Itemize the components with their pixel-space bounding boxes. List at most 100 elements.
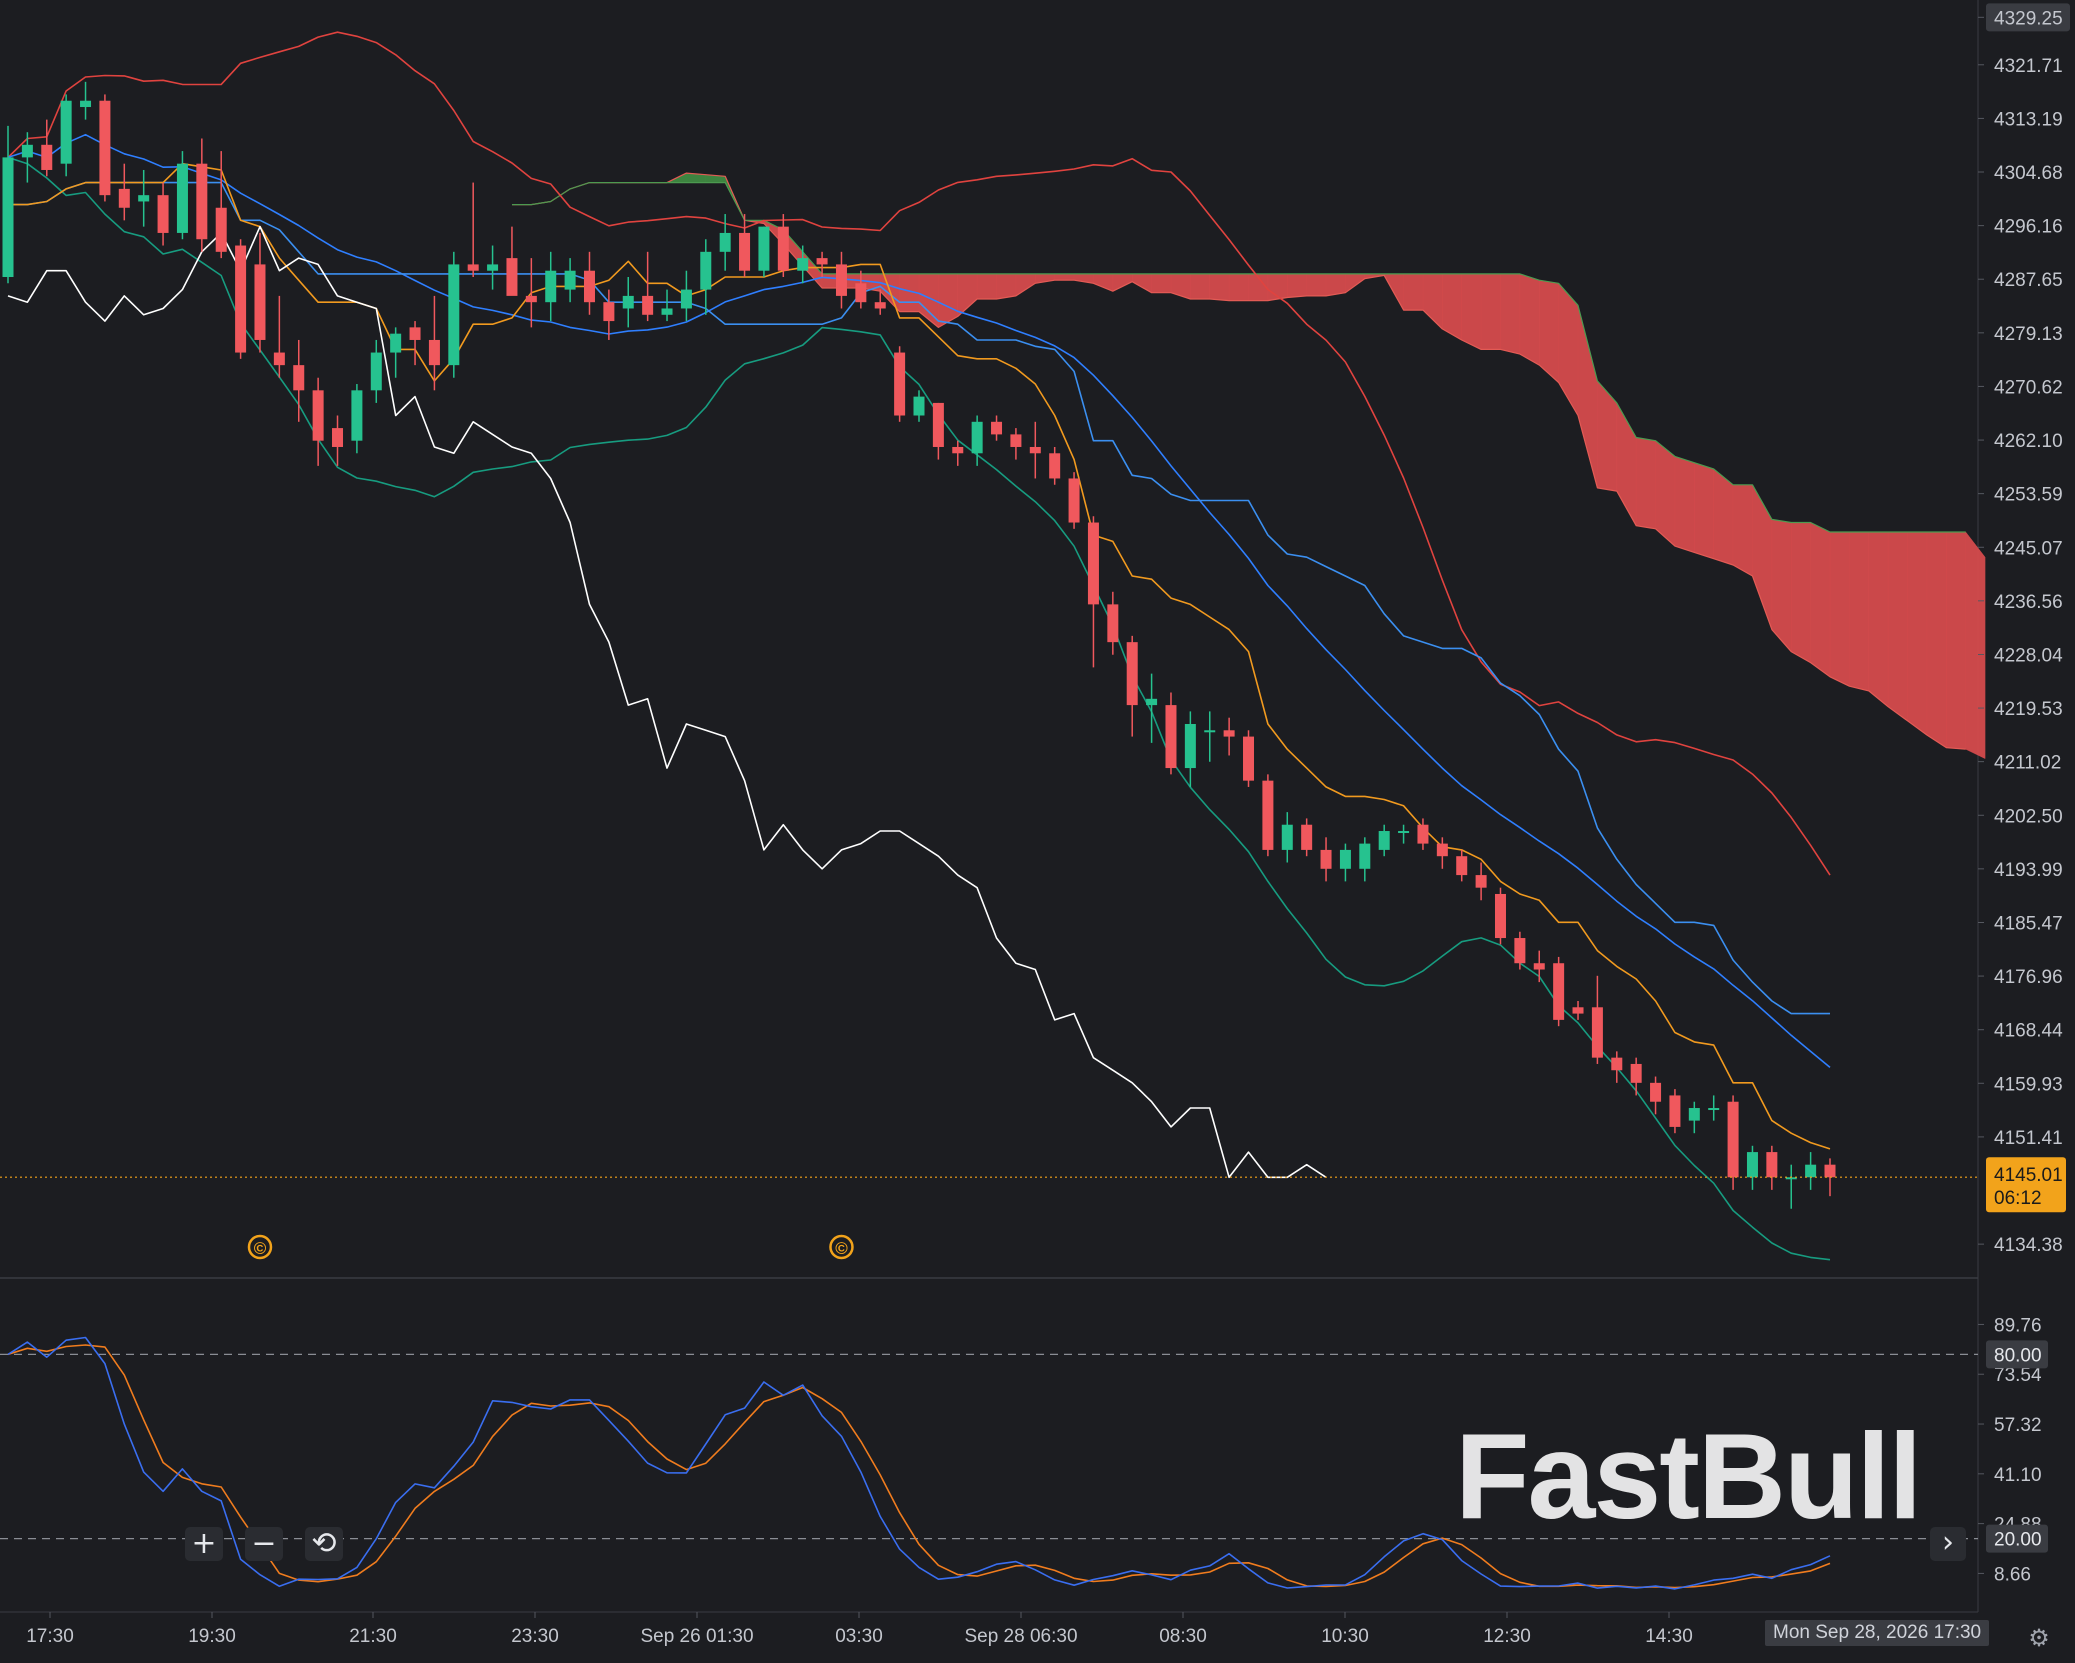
time-tick-label: 23:30 xyxy=(511,1626,559,1647)
candle-body xyxy=(1727,1101,1739,1178)
cloud-segment xyxy=(1403,273,1424,311)
candle-body xyxy=(1630,1063,1642,1083)
candle-body xyxy=(1339,849,1351,869)
cloud-segment xyxy=(1790,522,1811,664)
price-tick-label: 4159.93 xyxy=(1994,1074,2063,1095)
price-tick-label: 4245.07 xyxy=(1994,538,2063,559)
current-price-countdown: 06:12 xyxy=(1994,1188,2042,1209)
candle-body xyxy=(1669,1095,1681,1127)
candle-body xyxy=(1824,1164,1836,1178)
candle-body xyxy=(332,428,344,447)
cloud-segment xyxy=(996,273,1017,300)
price-tick-label: 4185.47 xyxy=(1994,913,2063,934)
price-tick-label: 4296.16 xyxy=(1994,217,2063,238)
candle-body xyxy=(157,195,169,233)
candle-body xyxy=(1204,730,1216,733)
chart-svg[interactable]: © © 4329.25 4321.71 4313.19 4304.68 4296.16 428… xyxy=(0,0,2075,1658)
candle-body xyxy=(1049,453,1061,479)
cursor-time-label: Mon Sep 28, 2026 17:30 xyxy=(1765,1620,1990,1646)
candle-body xyxy=(1398,831,1410,834)
candle-body xyxy=(642,295,654,315)
candle-body xyxy=(428,339,440,366)
time-tick-label: Sep 26 01:30 xyxy=(640,1626,753,1647)
candle-body xyxy=(80,100,92,108)
cloud-segment xyxy=(1306,273,1327,297)
settings-gear-icon[interactable]: ⚙ xyxy=(2025,1624,2053,1652)
candle-body xyxy=(816,258,828,265)
candle-body xyxy=(603,302,615,322)
stoch-level-label: 20.00 xyxy=(1994,1530,2042,1551)
candle-body xyxy=(1533,963,1545,970)
cloud-segment xyxy=(1209,273,1230,301)
scroll-right-button[interactable]: › xyxy=(1930,1527,1966,1561)
candle-body xyxy=(487,264,499,271)
time-tick-label: 03:30 xyxy=(835,1626,883,1647)
price-tick-label: 4270.62 xyxy=(1994,377,2063,398)
cloud-segment xyxy=(1655,440,1676,547)
candle-body xyxy=(661,308,673,315)
candle-body xyxy=(525,295,537,303)
candle-body xyxy=(60,100,72,164)
candle-body xyxy=(235,245,247,353)
candle-body xyxy=(2,157,14,278)
reset-zoom-button[interactable]: ⟲ xyxy=(305,1527,343,1561)
stoch-tick-label: 41.10 xyxy=(1994,1465,2042,1486)
event-marker-label: © xyxy=(254,1239,267,1258)
stoch-level-label: 80.00 xyxy=(1994,1345,2042,1366)
candle-body xyxy=(1378,831,1390,850)
candle-body xyxy=(1572,1007,1584,1014)
candle-body xyxy=(758,226,770,271)
candle-body xyxy=(196,163,208,240)
price-tick-label: 4228.04 xyxy=(1994,645,2063,666)
price-tick-label: 4151.41 xyxy=(1994,1128,2063,1149)
candle-body xyxy=(952,446,964,454)
cloud-segment xyxy=(1635,437,1656,530)
cloud-segment xyxy=(1461,273,1482,350)
candle-body xyxy=(370,352,382,391)
cloud-segment xyxy=(1868,531,1889,708)
candle-body xyxy=(1650,1082,1662,1102)
cloud-segment xyxy=(1771,519,1792,653)
candle-body xyxy=(1184,723,1196,769)
candle-body xyxy=(99,100,111,196)
cloud-segment xyxy=(1287,273,1307,298)
cloud-segment xyxy=(1732,484,1753,577)
candle-body xyxy=(1746,1152,1758,1178)
candle-body xyxy=(21,144,33,158)
candle-body xyxy=(1766,1152,1778,1178)
candle-body xyxy=(545,270,557,303)
price-tick-label: 4329.25 xyxy=(1994,8,2063,29)
time-tick-label: 17:30 xyxy=(26,1626,74,1647)
cloud-segment xyxy=(1674,456,1695,553)
candle-body xyxy=(1475,875,1487,888)
zoom-in-button[interactable]: + xyxy=(185,1527,223,1561)
zoom-out-button[interactable]: − xyxy=(245,1527,283,1561)
price-tick-label: 4236.56 xyxy=(1994,592,2063,613)
cloud-segment xyxy=(1151,273,1172,293)
candle-body xyxy=(1553,963,1565,1020)
candle-body xyxy=(409,327,421,340)
time-tick-label: 10:30 xyxy=(1321,1626,1369,1647)
candle-body xyxy=(1262,780,1274,850)
cloud-segment xyxy=(1713,468,1734,566)
candle-body xyxy=(1688,1108,1700,1121)
cloud-segment xyxy=(976,273,997,300)
candle-body xyxy=(1223,730,1235,737)
candle-body xyxy=(913,396,925,416)
candle-body xyxy=(1301,824,1313,850)
candle-body xyxy=(506,258,518,296)
candle-body xyxy=(215,207,227,252)
stoch-tick-label: 8.66 xyxy=(1994,1564,2031,1585)
cloud-segment xyxy=(1810,522,1831,678)
candle-body xyxy=(1456,856,1468,876)
candle-body xyxy=(41,144,53,170)
candle-body xyxy=(1165,705,1177,769)
candle-body xyxy=(1010,434,1022,447)
candle-body xyxy=(1068,478,1080,523)
candle-body xyxy=(1805,1164,1817,1178)
candle-body xyxy=(1243,736,1255,781)
candle-body xyxy=(1359,843,1371,869)
price-tick-label: 4253.59 xyxy=(1994,485,2063,506)
candle-body xyxy=(1146,698,1158,706)
candle-body xyxy=(680,289,692,309)
